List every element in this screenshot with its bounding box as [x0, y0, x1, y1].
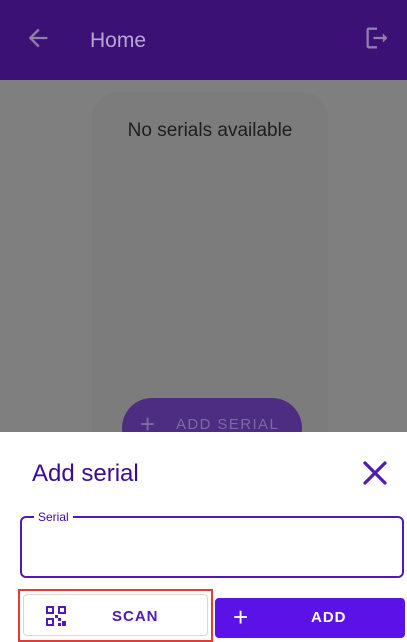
arrow-left-icon[interactable]: [24, 24, 52, 52]
scan-label: SCAN: [112, 608, 159, 625]
plus-icon: +: [233, 602, 249, 632]
empty-message: No serials available: [127, 120, 293, 141]
serial-field-label: Serial: [34, 509, 73, 525]
close-icon[interactable]: [360, 458, 390, 488]
scan-button[interactable]: SCAN: [23, 594, 208, 636]
logout-icon[interactable]: [363, 24, 391, 52]
add-label: ADD: [311, 609, 347, 626]
fab-label: ADD SERIAL: [176, 416, 280, 433]
serial-input[interactable]: [34, 536, 389, 562]
qr-code-icon: [46, 606, 66, 626]
sheet-title: Add serial: [32, 460, 139, 487]
page-title: Home: [90, 29, 147, 52]
add-serial-sheet: Add serial Serial SCAN + ADD: [0, 432, 407, 642]
app-bar: Home: [0, 0, 407, 80]
scan-button-highlight: SCAN: [18, 589, 213, 642]
serial-field[interactable]: Serial: [20, 509, 404, 578]
add-button[interactable]: + ADD: [215, 598, 405, 638]
